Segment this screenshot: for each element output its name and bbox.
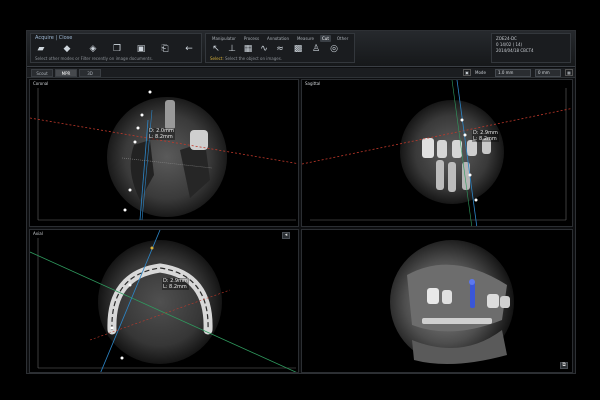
implant-icon[interactable]: ⊥ — [226, 43, 238, 54]
tab-manipulator[interactable]: Manipulator — [210, 35, 238, 42]
tab-measure[interactable]: Measure — [295, 35, 316, 42]
network-icon[interactable]: ⎗ — [159, 43, 171, 54]
import-icon[interactable]: ▰ — [35, 43, 47, 54]
tab-cut[interactable]: Cut — [319, 35, 331, 42]
open-icon[interactable]: ◆ — [61, 43, 73, 54]
coronal-viewport[interactable]: Coronal D: 2.0mm L: 8.2mm — [29, 79, 299, 227]
sagittal-length: L: 8.2mm — [473, 136, 497, 142]
coronal-length: L: 8.2mm — [149, 134, 173, 140]
tab-scout[interactable]: Scout — [31, 69, 53, 77]
acquire-status: Select other modes or Filter recently on… — [35, 56, 153, 61]
scan-icon[interactable]: ◈ — [87, 43, 99, 54]
coronal-overlay — [30, 88, 298, 221]
tab-3d[interactable]: 3D — [79, 69, 101, 77]
sagittal-measurement: D: 2.9mm L: 8.2mm — [472, 130, 499, 142]
patient-info-panel: ZOE24-DC 0 14/02 ( 14) 2014/04/18 CBCT4 — [491, 33, 571, 63]
axial-measurement: D: 2.9mm L: 8.2mm — [162, 278, 189, 290]
mode-label: Mode — [475, 70, 486, 75]
axial-viewport[interactable]: Axial ◂ D: 2.9mm L: 8.2mm — [29, 229, 299, 373]
sagittal-overlay — [302, 80, 572, 226]
nerve-icon[interactable]: ≈ — [274, 43, 286, 54]
tool-tabs: Manipulator Process Annotation Measure C… — [210, 35, 350, 42]
sagittal-viewport[interactable]: Sagittal D: 2.9mm L: 8.2mm — [301, 79, 573, 227]
ruler-icon[interactable]: ▦ — [242, 43, 254, 54]
process-status: Select: Select the object on images. — [210, 56, 283, 61]
main-toolbar: Acquire | Close ▰ ◆ ◈ ❐ ▣ ⎗ ← Select oth… — [27, 31, 575, 67]
slice-select[interactable]: 1.0 mm — [495, 69, 531, 77]
tooth-icon[interactable]: ♙ — [310, 43, 322, 54]
acquire-title: Acquire | Close — [35, 35, 73, 41]
study-date: 2014/04/18 CBCT4 — [496, 48, 534, 53]
tab-other[interactable]: Other — [335, 35, 350, 42]
acquire-group: Acquire | Close ▰ ◆ ◈ ❐ ▣ ⎗ ← Select oth… — [30, 33, 202, 63]
process-group: Manipulator Process Annotation Measure C… — [205, 33, 355, 63]
export-icon[interactable]: ▣ — [135, 43, 147, 54]
thickness-select[interactable]: 0 mm — [535, 69, 561, 77]
orientation-cube-icon[interactable]: ⧉ — [560, 362, 568, 369]
tab-mpr[interactable]: MPR — [55, 69, 77, 77]
volume-render — [390, 240, 514, 364]
curve-icon[interactable]: ∿ — [258, 43, 270, 54]
tab-annotation[interactable]: Annotation — [265, 35, 291, 42]
back-icon[interactable]: ← — [183, 43, 195, 54]
target-icon[interactable]: ◎ — [328, 43, 340, 54]
fit-icon[interactable]: ▣ — [463, 69, 471, 76]
view-toolbar: Scout MPR 3D ▣ Mode 1.0 mm 0 mm ▦ — [27, 68, 575, 78]
crown-icon[interactable]: ▩ — [292, 43, 304, 54]
process-status-text: Select the object on images. — [224, 56, 283, 61]
volume-3d-viewport[interactable]: ⧉ — [301, 229, 573, 373]
app-window: Acquire | Close ▰ ◆ ◈ ❐ ▣ ⎗ ← Select oth… — [26, 30, 576, 374]
axial-length: L: 8.2mm — [163, 284, 187, 290]
pointer-icon[interactable]: ↖ — [210, 43, 222, 54]
axial-overlay — [30, 230, 297, 372]
copy-icon[interactable]: ❐ — [111, 43, 123, 54]
tab-process[interactable]: Process — [242, 35, 261, 42]
coronal-measurement: D: 2.0mm L: 8.2mm — [148, 128, 175, 140]
layout-icon[interactable]: ▦ — [565, 69, 573, 76]
